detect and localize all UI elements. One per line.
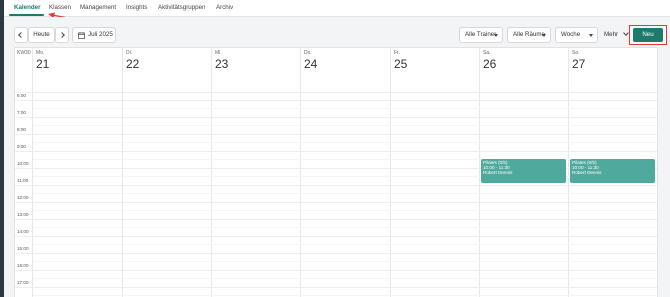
half-hour-line <box>33 227 657 228</box>
day-number: 27 <box>572 57 586 71</box>
day-column-divider <box>568 48 569 297</box>
day-name: Di. <box>126 50 133 56</box>
hour-label: 16:00 <box>17 263 29 268</box>
half-hour-line <box>33 108 657 109</box>
tab-archiv[interactable]: Archiv <box>216 0 233 17</box>
event-card[interactable]: Pilates (0/5) 10:00 - 11:30 Robert Denni… <box>570 159 655 183</box>
hour-line <box>15 100 657 101</box>
date-picker-button[interactable]: Juli 2025 <box>72 27 116 43</box>
hour-line <box>15 117 657 118</box>
week-number: KW30 <box>17 50 31 56</box>
week-calendar: KW30 Mo. 21 Di. 22 Mi. 23 Do. 24 Fr. 25 … <box>14 47 658 297</box>
day-name: Mi. <box>215 50 222 56</box>
day-column-divider <box>211 48 212 297</box>
hour-label: 14:00 <box>17 229 29 234</box>
hour-label: 13:00 <box>17 212 29 217</box>
hour-line <box>15 185 657 186</box>
view-select-value: Woche <box>561 31 581 38</box>
day-header-so[interactable]: So. 27 <box>568 48 657 92</box>
day-name: Mo. <box>36 50 45 56</box>
day-number: 24 <box>304 57 318 71</box>
hour-line <box>15 151 657 152</box>
hour-line <box>15 92 657 93</box>
chevron-down-icon <box>623 30 629 36</box>
next-week-button[interactable] <box>55 27 69 43</box>
day-column-divider <box>300 48 301 297</box>
view-select[interactable]: Woche <box>555 27 598 43</box>
tab-aktivitaetsgruppen[interactable]: Aktivitätsgruppen <box>158 0 205 17</box>
event-trainer: Robert Dennis <box>572 170 602 175</box>
room-filter-value: Alle Räume <box>513 31 545 38</box>
hour-label: 9:00 <box>17 144 26 149</box>
half-hour-line <box>33 125 657 126</box>
day-header-fr[interactable]: Fr. 25 <box>390 48 479 92</box>
day-number: 26 <box>483 57 497 71</box>
more-label: Mehr <box>604 31 619 38</box>
chevron-down-icon <box>494 34 498 37</box>
day-number: 23 <box>215 57 229 71</box>
hour-label: 17:00 <box>17 280 29 285</box>
hour-line <box>15 287 657 288</box>
hour-line <box>15 134 657 135</box>
today-button[interactable]: Heute <box>28 27 55 43</box>
day-header-mo[interactable]: Mo. 21 <box>32 48 122 92</box>
day-column-divider <box>32 48 33 297</box>
hour-label: 11:00 <box>17 178 29 183</box>
hour-label: 10:00 <box>17 161 29 166</box>
day-column-divider <box>479 48 480 297</box>
day-header-do[interactable]: Do. 24 <box>300 48 390 92</box>
half-hour-line <box>33 295 657 296</box>
calendar-icon <box>78 32 85 39</box>
hour-line <box>15 253 657 254</box>
hour-line <box>15 270 657 271</box>
day-header-sa[interactable]: Sa. 26 <box>479 48 568 92</box>
trainer-filter-value: Alle Trainer <box>465 31 497 38</box>
half-hour-line <box>33 210 657 211</box>
half-hour-line <box>33 244 657 245</box>
day-name: Sa. <box>483 50 491 56</box>
half-hour-line <box>33 142 657 143</box>
active-tab-indicator <box>9 14 44 16</box>
tab-insights[interactable]: Insights <box>126 0 147 17</box>
new-button[interactable]: Neu <box>633 28 663 42</box>
half-hour-line <box>33 193 657 194</box>
prev-week-button[interactable] <box>14 27 28 43</box>
hour-label: 12:00 <box>17 195 29 200</box>
hour-line <box>15 236 657 237</box>
half-hour-line <box>33 261 657 262</box>
day-header-di[interactable]: Di. 22 <box>122 48 211 92</box>
top-nav: Kalender Klassen Management Insights Akt… <box>4 0 670 17</box>
event-card[interactable]: Pilates (0/5) 10:00 - 11:30 Robert Denni… <box>481 159 566 183</box>
hour-line <box>15 202 657 203</box>
day-name: Do. <box>304 50 312 56</box>
more-menu-button[interactable]: Mehr <box>604 27 629 43</box>
day-name: Fr. <box>394 50 400 56</box>
hour-label: 6:00 <box>17 93 26 98</box>
half-hour-line <box>33 278 657 279</box>
chevron-left-icon <box>18 32 24 38</box>
chevron-right-icon <box>59 32 65 38</box>
hour-label: 8:00 <box>17 127 26 132</box>
chevron-down-icon <box>589 34 593 37</box>
day-column-divider <box>122 48 123 297</box>
day-number: 25 <box>394 57 408 71</box>
day-name: So. <box>572 50 580 56</box>
date-label: Juli 2025 <box>88 31 113 38</box>
chevron-down-icon <box>542 34 546 37</box>
day-number: 22 <box>126 57 140 71</box>
trainer-filter-select[interactable]: Alle Trainer <box>459 27 503 43</box>
day-column-divider <box>390 48 391 297</box>
event-trainer: Robert Dennis <box>483 170 513 175</box>
day-header-mi[interactable]: Mi. 23 <box>211 48 300 92</box>
hour-label: 7:00 <box>17 110 26 115</box>
hour-line <box>15 219 657 220</box>
room-filter-select[interactable]: Alle Räume <box>507 27 551 43</box>
day-number: 21 <box>36 57 50 71</box>
hour-label: 15:00 <box>17 246 29 251</box>
